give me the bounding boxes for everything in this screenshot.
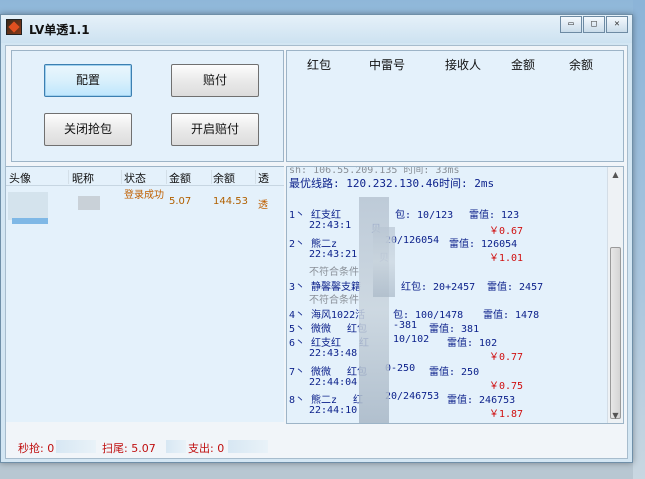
log-money: ￥1.87 [489,409,524,420]
log-line: 5丶 微微 红包 -381 雷值: 381 [289,320,479,335]
saowei-bar [166,440,186,453]
avatar [8,192,48,220]
log-text: 雷值: 2457 [487,282,544,293]
account-list-header: 头像 昵称 状态 金额 余额 透 [6,167,284,186]
log-text: 雷值: 250 [429,367,480,378]
col-jieshouren[interactable]: 接收人 [445,56,481,73]
log-line: 22:43:21 贝 [309,249,389,264]
amount-value: 5.07 [169,196,192,207]
log-line: 7丶 微微 红包 0-250 雷值: 250 [289,363,479,378]
app-window: LV单透1.1 ▭ □ ✕ 配置 赔付 关闭抢包 开启赔付 红包 中雷号 接收人… [0,14,633,463]
log-line: 最优线路: 120.232.130.46时间: 2ms [289,177,495,190]
avatar-bar [12,218,48,224]
close-button[interactable]: ✕ [606,16,628,33]
scroll-down-icon[interactable]: ▼ [608,408,623,423]
log-text: 0-250 [385,363,416,374]
col-avatar[interactable]: 头像 [9,170,69,185]
payout-table-header: 红包 中雷号 接收人 金额 余额 [287,56,623,72]
log-line: 8丶 熊二z 红 20/246753 雷值: 246753 [289,391,515,406]
col-tou[interactable]: 透 [258,170,280,185]
status-value: 登录成功 [124,190,164,201]
desktop-bottom [0,462,645,479]
log-panel[interactable]: sh: 106.55.209.135 时间: 33ms 最优线路: 120.23… [286,166,624,424]
col-zhongleihao[interactable]: 中雷号 [369,56,405,73]
minimize-button[interactable]: ▭ [560,16,582,33]
account-list[interactable]: 头像 昵称 状态 金额 余额 透 登录成功 5.07 144.53 透 [6,166,284,422]
saowei-label: 扫尾: 5.07 [102,442,156,455]
close-grab-button[interactable]: 关闭抢包 [44,113,132,146]
mosaic-blur [373,227,395,297]
scroll-up-icon[interactable]: ▲ [608,167,623,182]
zhichu-label: 支出: 0 [188,442,225,455]
col-yue[interactable]: 余额 [569,56,593,73]
col-status[interactable]: 状态 [124,170,167,185]
log-text: 雷值: 102 [447,338,498,349]
log-scrollbar[interactable]: ▲ ▼ [607,167,623,423]
col-nickname[interactable]: 昵称 [72,170,122,185]
zhichu-bar [228,440,268,453]
log-note: 不符合条件 [309,267,359,278]
table-row[interactable]: 登录成功 5.07 144.53 透 [6,188,284,224]
log-content: sh: 106.55.209.135 时间: 33ms 最优线路: 120.23… [289,167,607,423]
balance-value: 144.53 [213,196,248,207]
log-text: -381 [393,320,418,331]
log-money: ￥0.75 [489,381,524,392]
title-bar[interactable]: LV单透1.1 ▭ □ ✕ [1,15,632,43]
log-text: 雷值: 246753 [447,395,516,406]
log-text: 雷值: 1478 [483,310,540,321]
log-text: 20/246753 [385,391,440,402]
config-button[interactable]: 配置 [44,64,132,97]
tou-value: 透 [258,200,268,211]
col-hongbao[interactable]: 红包 [307,56,331,73]
log-time: 22:44:10 [309,405,358,416]
open-pay-button[interactable]: 开启赔付 [171,113,259,146]
log-text: 包: 100/1478 [393,310,464,321]
log-time: 22:43:1 [309,220,352,231]
log-note: 不符合条件 [309,295,359,306]
col-balance[interactable]: 余额 [213,170,256,185]
miao-bar [56,440,96,453]
scroll-thumb[interactable] [610,247,621,419]
app-logo-icon [6,19,22,35]
maximize-button[interactable]: □ [583,16,605,33]
log-time: 22:43:21 [309,249,358,260]
window-title: LV单透1.1 [29,23,90,37]
status-footer: 秒抢: 0 扫尾: 5.07 支出: 0 [6,438,626,458]
desktop-right [633,0,645,479]
miao-label: 秒抢: 0 [18,442,55,455]
log-line: 1丶 红支红 包: 10/123 雷值: 123 [289,206,519,221]
log-text: 10/102 [393,334,430,345]
log-text: 包: 10/123 [395,210,454,221]
col-amount[interactable]: 金额 [169,170,212,185]
window-controls: ▭ □ ✕ [559,16,628,33]
log-money: ￥0.77 [489,352,524,363]
nickname-blur [78,196,100,210]
log-text: 红包: 20+2457 [401,282,476,293]
log-line: 2丶 熊二z 20/126054 雷值: 126054 [289,235,517,250]
col-jine[interactable]: 金额 [511,56,535,73]
log-text: 雷值: 381 [429,324,480,335]
log-time: 22:44:04 [309,377,358,388]
pay-button[interactable]: 赔付 [171,64,259,97]
log-line: 4丶 海风1022活 包: 100/1478 雷值: 1478 [289,306,539,321]
client-area: 配置 赔付 关闭抢包 开启赔付 红包 中雷号 接收人 金额 余额 头像 昵称 状… [5,45,628,459]
payout-table[interactable]: 红包 中雷号 接收人 金额 余额 [286,50,624,162]
log-line: 22:43:1 贝 [309,220,381,235]
log-money: ￥1.01 [489,253,524,264]
log-text: 雷值: 126054 [449,239,518,250]
button-panel: 配置 赔付 关闭抢包 开启赔付 [11,50,284,162]
log-time: 22:43:48 [309,348,358,359]
log-text: 雷值: 123 [469,210,520,221]
log-line: 6丶 红支红 红 10/102 雷值: 102 [289,334,497,349]
